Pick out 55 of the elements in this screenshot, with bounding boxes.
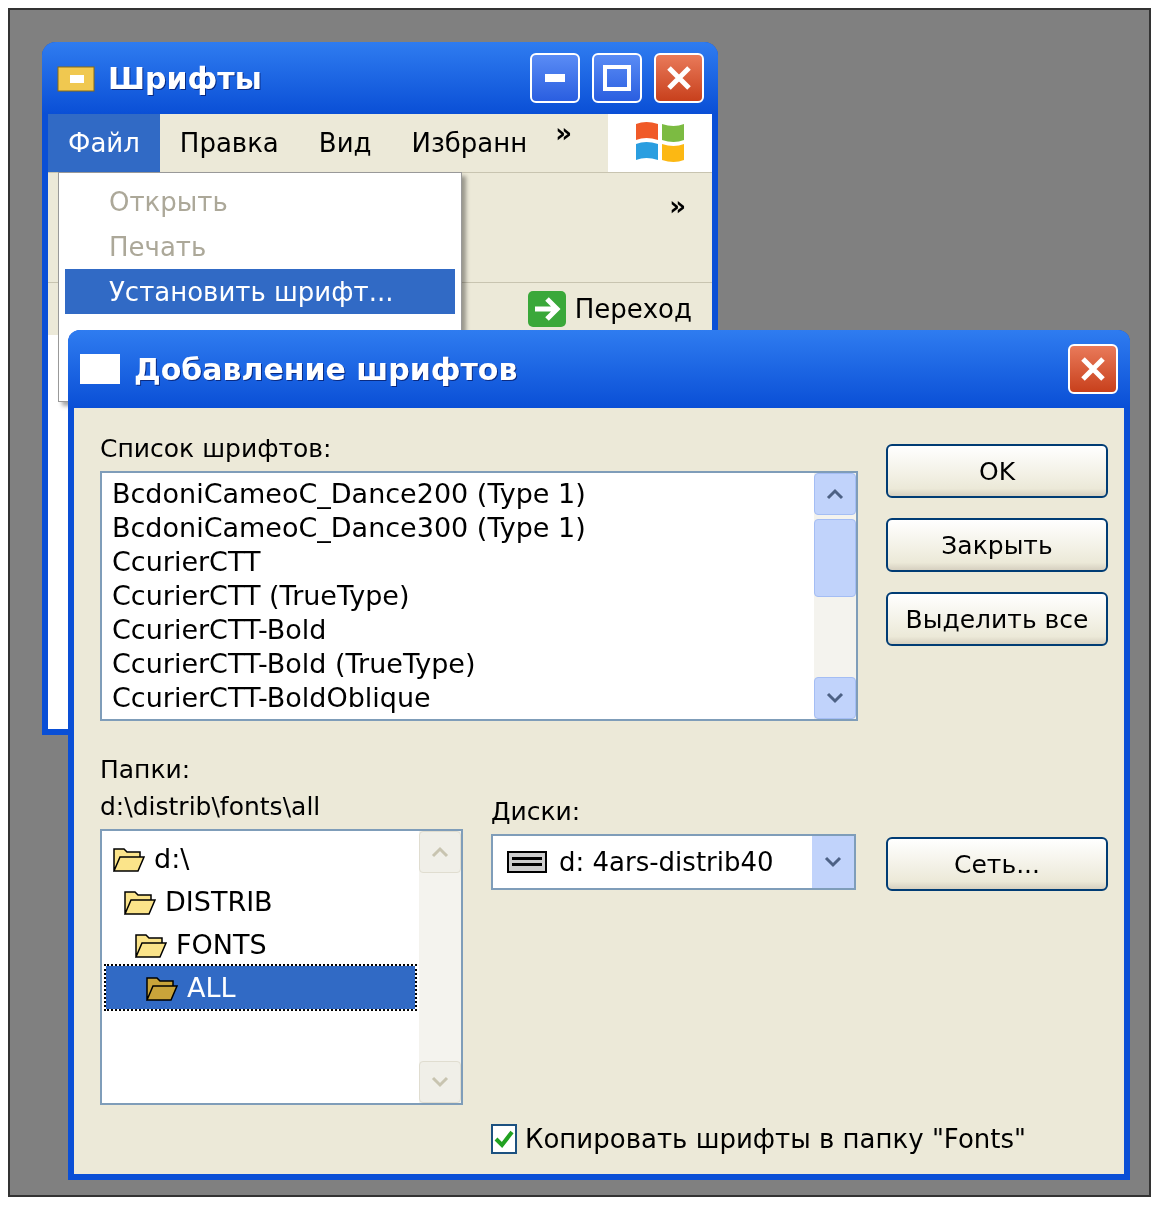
drives-label: Диски:	[491, 797, 582, 826]
dialog-button[interactable]: Закрыть	[886, 518, 1108, 572]
close-button[interactable]	[1068, 344, 1118, 394]
folder-item[interactable]: FONTS	[106, 923, 415, 966]
drive-dropdown[interactable]: d: 4ars-distrib40	[491, 834, 856, 890]
font-item[interactable]: BcdoniCameoC_Dance200 (Type 1)	[112, 477, 804, 511]
arrow-right-icon	[526, 290, 567, 328]
menu-item[interactable]: Избранн	[391, 114, 548, 172]
maximize-icon	[603, 65, 631, 91]
window-icon	[80, 354, 120, 384]
font-item[interactable]: CcurierCTT	[112, 545, 804, 579]
checkmark-icon	[493, 1129, 515, 1149]
minimize-button[interactable]	[530, 53, 580, 103]
dialog-button[interactable]: OK	[886, 444, 1108, 498]
scroll-down-button[interactable]	[814, 677, 856, 719]
menu-item[interactable]: Файл	[48, 114, 160, 172]
menu-overflow[interactable]: »	[547, 118, 581, 148]
folder-item[interactable]: d:\	[106, 837, 415, 880]
folder-icon	[56, 63, 96, 93]
folder-item[interactable]: ALL	[106, 966, 415, 1009]
menu-item[interactable]: Правка	[159, 114, 299, 172]
folder-name: FONTS	[176, 929, 267, 960]
font-item[interactable]: BcdoniCameoC_Dance300 (Type 1)	[112, 511, 804, 545]
font-list[interactable]: BcdoniCameoC_Dance200 (Type 1) BcdoniCameoC_Dance300 (Type 1) CcurierCTT CcurierCTT (TrueType) CcurierCTT-Bold CcurierCTT-Bold (TrueType) CcurierCTT-BoldOblique	[100, 471, 858, 721]
dialog-button[interactable]: Выделить все	[886, 592, 1108, 646]
folder-name: DISTRIB	[165, 886, 273, 917]
drive-name: d: 4ars-distrib40	[559, 847, 774, 877]
folders-label: Папки:	[100, 755, 192, 784]
checkbox-label: Копировать шрифты в папку "Fonts"	[525, 1124, 1026, 1154]
maximize-button[interactable]	[592, 53, 642, 103]
font-list-label: Список шрифтов:	[100, 434, 333, 463]
close-icon	[1080, 356, 1106, 382]
font-item[interactable]: CcurierCTT-Bold (TrueType)	[112, 647, 804, 681]
close-icon	[666, 65, 692, 91]
font-item[interactable]: CcurierCTT (TrueType)	[112, 579, 804, 613]
scrollbar[interactable]	[814, 473, 856, 719]
scroll-thumb[interactable]	[814, 519, 856, 597]
menu-entry[interactable]: Установить шрифт...	[65, 269, 455, 314]
current-path: d:\distrib\fonts\all	[100, 792, 322, 821]
dialog-title: Добавление шрифтов	[134, 351, 519, 387]
menu-item[interactable]: Вид	[298, 114, 392, 172]
drive-icon	[507, 851, 547, 873]
network-button[interactable]: Сеть...	[886, 837, 1108, 891]
copy-checkbox[interactable]	[491, 1124, 517, 1154]
go-button[interactable]: Переход	[526, 290, 692, 328]
toolbar-overflow[interactable]: »	[661, 191, 694, 221]
font-item[interactable]: CcurierCTT-BoldOblique	[112, 681, 804, 715]
folder-item[interactable]: DISTRIB	[106, 880, 415, 923]
minimize-icon	[545, 74, 565, 82]
font-item[interactable]: CcurierCTT-Bold	[112, 613, 804, 647]
folder-name: ALL	[187, 972, 236, 1003]
window-title: Шрифты	[108, 60, 263, 96]
scroll-up-button[interactable]	[814, 473, 856, 515]
folder-name: d:\	[154, 843, 190, 874]
close-button[interactable]	[654, 53, 704, 103]
